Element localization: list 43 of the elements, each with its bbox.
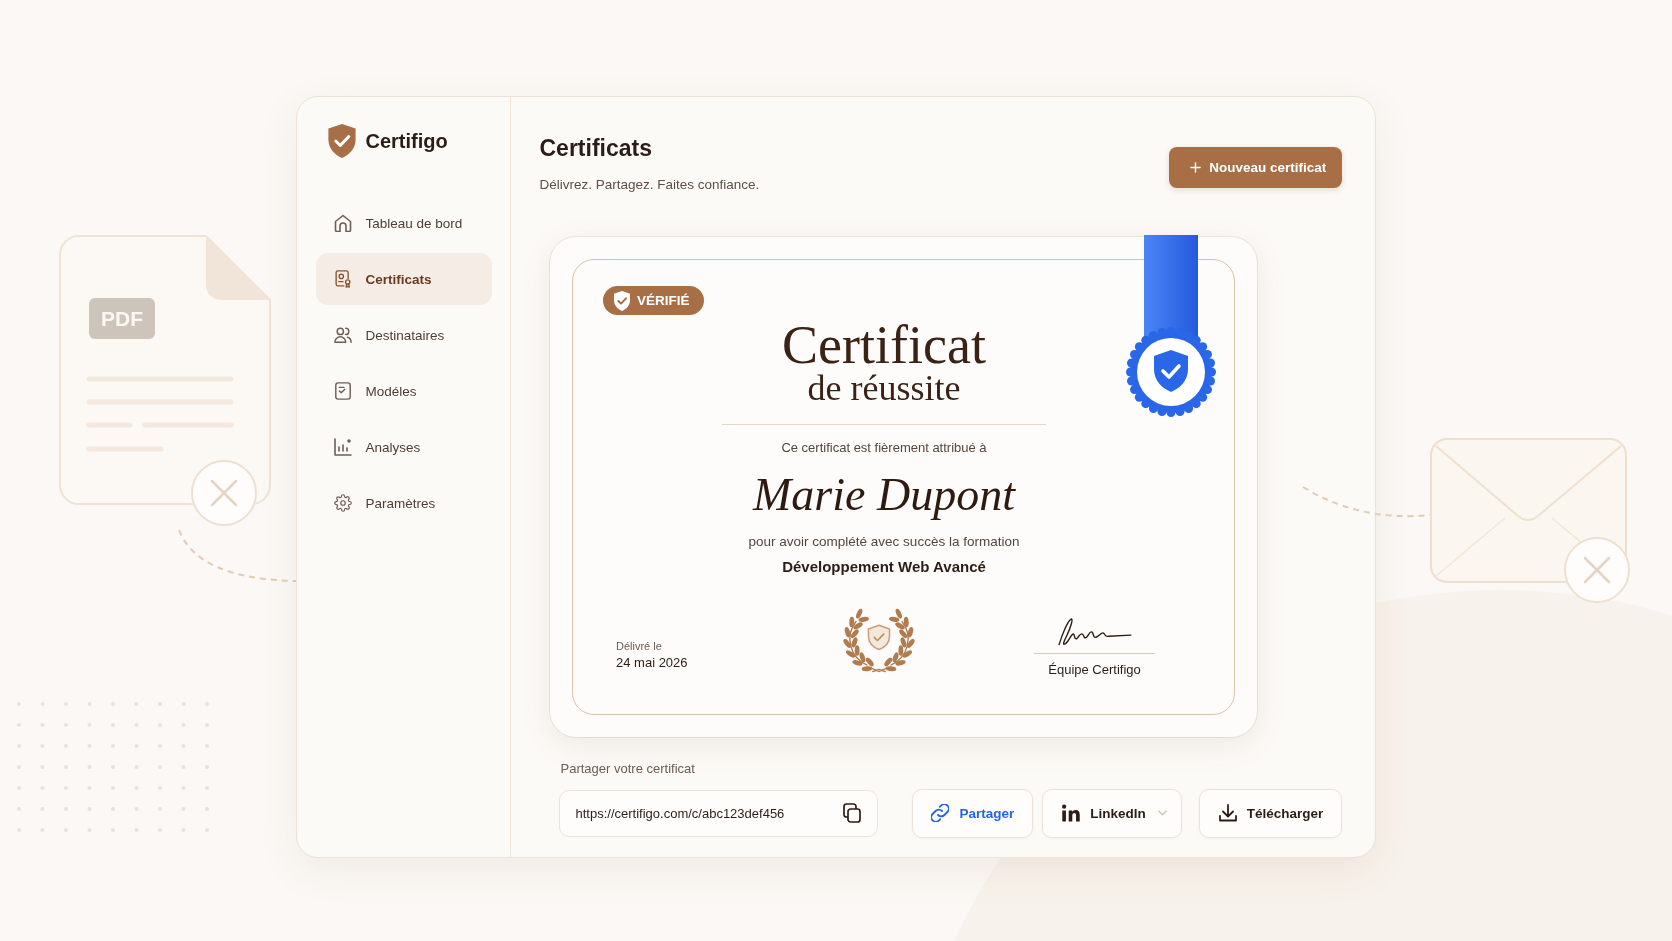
house-icon	[333, 214, 352, 232]
cross-circle-icon	[1563, 536, 1631, 604]
new-certificate-button[interactable]: Nouveau certificat	[1169, 146, 1343, 188]
certificate-title: Certificat	[782, 322, 986, 368]
share-option-button[interactable]: Télécharger	[1198, 788, 1343, 838]
cross-circle-icon	[190, 459, 258, 527]
recipient-name: Marie Dupont	[753, 469, 1015, 521]
settings-icon	[333, 494, 352, 512]
sidebar-item[interactable]: Modéles	[315, 365, 492, 417]
share-option-button[interactable]: LinkedIn	[1042, 788, 1182, 838]
badge-label: VÉRIFIÉ	[637, 293, 690, 308]
document-check-icon	[333, 382, 352, 400]
reason-text: pour avoir complété avec succès la formation	[748, 533, 1020, 551]
intro-text: Ce certificat est fièrement attribué à	[781, 439, 987, 457]
certificate-icon	[333, 270, 352, 288]
bar-chart-icon	[333, 438, 352, 456]
copy-icon[interactable]	[842, 803, 861, 823]
signature-icon	[1056, 617, 1133, 648]
plus-icon	[1190, 161, 1202, 173]
issued-date: 24 mai 2026	[616, 654, 689, 672]
sidebar-item[interactable]: Certificats	[315, 253, 492, 305]
link-icon	[930, 804, 949, 822]
shield-check-icon	[614, 290, 630, 311]
page-title: Certificats	[539, 134, 653, 163]
issued-label: Délivré le	[616, 639, 663, 653]
sidebar-item[interactable]: Tableau de bord	[315, 197, 492, 249]
sidebar-item[interactable]: Paramètres	[315, 477, 492, 529]
signatory-name: Équipe Certifigo	[1048, 662, 1141, 678]
logo-shield-icon	[327, 124, 356, 158]
share-label: Partager votre certificat	[560, 759, 696, 778]
linkedin-icon	[1062, 804, 1081, 822]
brand-name: Certifigo	[365, 129, 448, 153]
people-icon	[333, 326, 352, 344]
share-option-button[interactable]: Partager	[911, 788, 1034, 838]
sidebar-item[interactable]: Destinataires	[315, 309, 492, 361]
page-subtitle: Délivrez. Partagez. Faites confiance.	[539, 176, 760, 194]
certificate-subtitle: de réussite	[807, 368, 961, 408]
laurel-shield-icon	[840, 606, 918, 674]
download-icon	[1218, 804, 1237, 822]
sidebar-item[interactable]: Analyses	[315, 421, 492, 473]
course-name: Développement Web Avancé	[782, 557, 986, 577]
caret-icon	[1157, 810, 1167, 816]
url-field[interactable]: https://certifigo.com/c/abc123def456	[558, 789, 878, 837]
